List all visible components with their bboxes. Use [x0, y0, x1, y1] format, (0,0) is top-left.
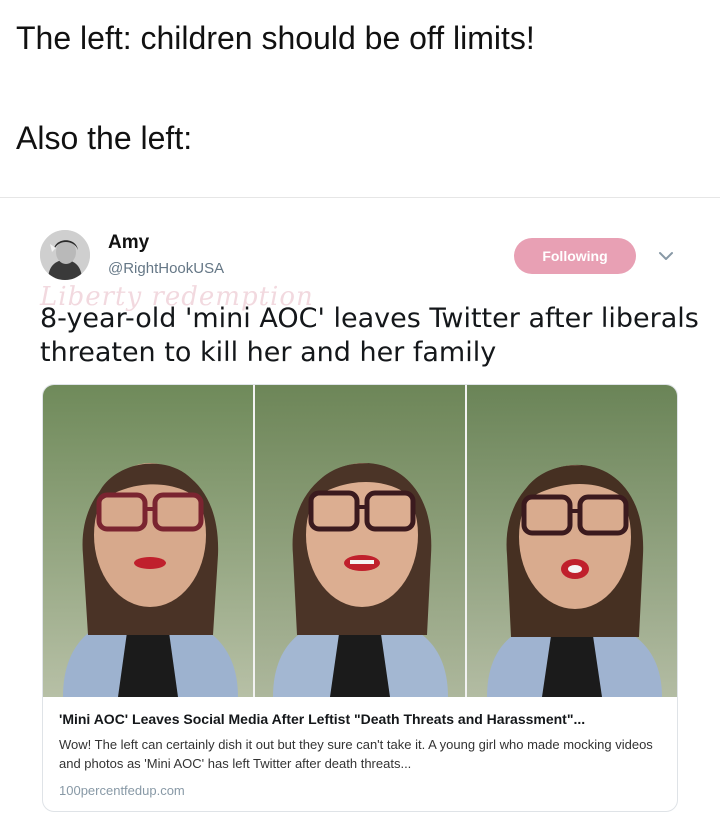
chevron-down-icon[interactable] — [656, 246, 676, 266]
following-button[interactable]: Following — [514, 238, 636, 274]
profile-photo-icon — [40, 230, 90, 280]
card-description: Wow! The left can certainly dish it out … — [59, 737, 653, 771]
card-title[interactable]: 'Mini AOC' Leaves Social Media After Lef… — [59, 711, 663, 727]
girl-photo-2-icon — [255, 385, 467, 697]
girl-photo-3-icon — [467, 385, 677, 697]
card-image — [43, 385, 677, 697]
caption-line-1: The left: children should be off limits! — [16, 20, 535, 56]
card-domain[interactable]: 100percentfedup.com — [59, 783, 185, 798]
tweet-card: Amy @RightHookUSA Following Liberty rede… — [0, 198, 720, 820]
avatar[interactable] — [40, 230, 90, 280]
display-name[interactable]: Amy — [108, 232, 149, 254]
caption-line-2: Also the left: — [16, 120, 193, 156]
girl-photo-1-icon — [43, 385, 255, 697]
tweet-text: 8-year-old 'mini AOC' leaves Twitter aft… — [40, 303, 699, 368]
link-preview-card[interactable]: 'Mini AOC' Leaves Social Media After Lef… — [42, 384, 678, 812]
handle[interactable]: @RightHookUSA — [108, 260, 224, 277]
